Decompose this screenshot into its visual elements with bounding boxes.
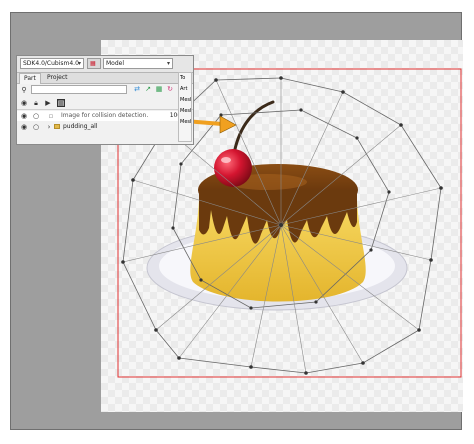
list-item[interactable]: ◉ ○ ▫ Image for collision detection. 100… (17, 111, 185, 121)
version-select-label: SDK4.0/Cubism4.0 (23, 60, 79, 67)
grid-icon[interactable]: ▦ (155, 85, 163, 94)
list-item[interactable]: ◉ ○ › pudding_all (17, 122, 185, 132)
inspector-row: Mesh (180, 108, 192, 114)
circle-icon[interactable]: ○ (32, 112, 40, 120)
chevron-right-icon[interactable]: › (45, 123, 53, 131)
lock-icon[interactable]: 🔒︎ (32, 99, 40, 107)
eye-icon[interactable]: ◉ (20, 99, 28, 107)
inspector-row: Mesh (180, 97, 192, 103)
tab-part[interactable]: Part (19, 73, 41, 84)
refresh-icon[interactable]: ↻ (166, 85, 174, 94)
panel-toolbar: SDK4.0/Cubism4.0 ▾ ▦ Model ▾ (17, 56, 193, 73)
model-icon: ▦ (87, 58, 101, 69)
panel-tabs: Part Project (17, 73, 193, 84)
version-select[interactable]: SDK4.0/Cubism4.0 ▾ (20, 58, 84, 69)
link-icon[interactable]: ⇄ (133, 85, 141, 94)
visibility-toolbar: ◉ 🔒︎ ▶ ▤ ≡ (17, 97, 193, 110)
chevron-down-icon: ▾ (77, 60, 81, 67)
grid-toggle-icon[interactable]: ▤ (57, 99, 65, 107)
circle-icon[interactable]: ○ (32, 123, 40, 131)
search-row: ⚲ ⇄ ↗ ▦ ↻ ✎ (17, 84, 193, 96)
inspector-strip: To Art Mesh Mesh Mesh (178, 72, 192, 142)
tab-project[interactable]: Project (43, 73, 72, 83)
inspector-row: Art (180, 86, 188, 92)
eye-icon[interactable]: ◉ (20, 123, 28, 131)
model-select[interactable]: Model ▾ (103, 58, 173, 69)
search-icon[interactable]: ⚲ (20, 86, 28, 94)
image-icon: ▫ (48, 112, 54, 120)
inspector-row: Mesh (180, 119, 192, 125)
parts-list: ◉ ○ ▫ Image for collision detection. 100… (17, 110, 193, 144)
search-input[interactable] (31, 85, 127, 94)
parts-panel[interactable]: SDK4.0/Cubism4.0 ▾ ▦ Model ▾ Part Projec… (16, 55, 194, 145)
inspector-header: To (180, 75, 186, 81)
play-icon[interactable]: ▶ (44, 99, 52, 107)
eye-icon[interactable]: ◉ (20, 112, 28, 120)
chevron-down-icon: ▾ (166, 60, 170, 67)
list-item-label: Image for collision detection. (61, 112, 149, 119)
model-select-label: Model (106, 60, 125, 67)
folder-icon (54, 124, 60, 129)
curve-icon[interactable]: ↗ (144, 85, 152, 94)
list-item-label: pudding_all (63, 123, 98, 130)
